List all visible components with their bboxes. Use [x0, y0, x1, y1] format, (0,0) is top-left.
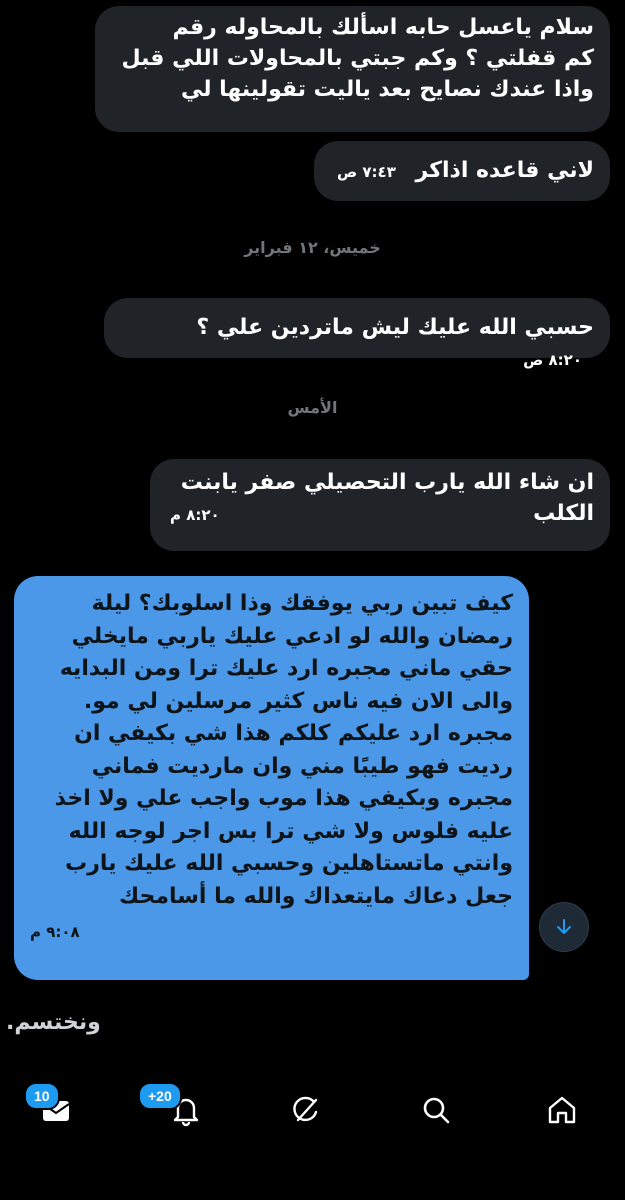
- message-text: كم قفلتي ؟ وكم جبتي بالمحاولات اللي قبل: [121, 46, 594, 71]
- message-text: والى الان فيه ناس كثير مرسلين لي مو.: [83, 688, 513, 714]
- message-text: حقي ماني مجبره ارد عليك ترا ومن البدايه: [59, 656, 513, 681]
- partial-message-text: ونختسم.: [6, 1010, 101, 1035]
- message-text: رمضان والله لو ادعي عليك ياربي مايخلي: [71, 623, 513, 649]
- message-text: سلام ياعسل حابه اسألك بالمحاوله رقم: [172, 15, 594, 40]
- message-timestamp: ٨:٢٠ ص: [523, 351, 582, 369]
- nav-home[interactable]: [542, 1090, 582, 1130]
- scroll-to-bottom-button[interactable]: [539, 902, 589, 952]
- message-text: ان شاء الله يارب التحصيلي صفر يابنت: [180, 470, 594, 495]
- message-text: حسبي الله عليك ليش ماتردين علي ؟: [196, 315, 594, 340]
- message-timestamp: ٩:٠٨ م: [30, 923, 80, 941]
- message-text: جعل دعاك مايتعداك والله ما أسامحك: [119, 883, 513, 909]
- arrow-down-icon: [557, 919, 571, 934]
- date-separator: خميس، ١٢ فبراير: [244, 238, 381, 257]
- home-icon: [548, 1096, 576, 1124]
- message-bubble[interactable]: سلام ياعسل حابه اسألك بالمحاوله رقم كم ق…: [95, 6, 610, 132]
- message-text: كيف تبين ربي يوفقك وذا اسلوبك؟ ليلة: [91, 591, 513, 616]
- message-text: رديت فهو طيبًا مني وان مارديت فماني: [91, 753, 513, 779]
- nav-search[interactable]: [416, 1090, 456, 1130]
- message-bubble[interactable]: لاني قاعده اذاكر ٧:٤٣ ص: [314, 141, 610, 201]
- message-bubble[interactable]: ان شاء الله يارب التحصيلي صفر يابنت الكل…: [150, 459, 610, 551]
- message-bubble[interactable]: حسبي الله عليك ليش ماتردين علي ؟ ٨:٢٠ ص: [104, 298, 610, 369]
- message-text: الكلب: [533, 501, 594, 526]
- message-text: لاني قاعده اذاكر: [415, 158, 594, 183]
- bottom-nav: 10 +20: [0, 1060, 625, 1160]
- message-text: وانتي ماتستاهلين وحسبي الله عليك يارب: [65, 851, 513, 876]
- message-timestamp: ٧:٤٣ ص: [336, 163, 396, 181]
- grok-icon: [293, 1096, 318, 1122]
- messages-badge: 10: [24, 1082, 60, 1110]
- search-icon: [423, 1097, 450, 1124]
- notifications-badge: +20: [138, 1082, 182, 1110]
- message-timestamp: ٨:٢٠ م: [170, 506, 220, 524]
- message-bubble-outgoing[interactable]: كيف تبين ربي يوفقك وذا اسلوبك؟ ليلة رمضا…: [14, 576, 529, 980]
- message-text: عليه فلوس ولا شي ترا بس اجر لوجه الله: [68, 818, 513, 844]
- nav-grok[interactable]: [286, 1090, 326, 1130]
- message-text: واذا عندك نصايح بعد ياليت تقولينها لي: [180, 77, 594, 102]
- message-text: مجبره وبكيفي هذا موب واجب علي ولا اخذ: [54, 786, 513, 811]
- date-separator: الأمس: [287, 398, 338, 417]
- message-text: مجبره ارد عليكم كلكم هذا شي بكيفي ان: [74, 721, 513, 746]
